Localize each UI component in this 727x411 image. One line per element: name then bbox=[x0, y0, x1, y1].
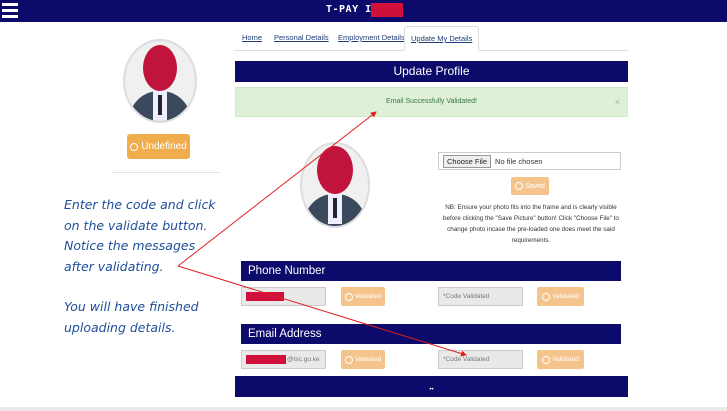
annotation-arrows bbox=[177, 111, 467, 357]
arrow-to-code-input bbox=[177, 265, 467, 357]
arrow-to-alert bbox=[177, 111, 377, 267]
